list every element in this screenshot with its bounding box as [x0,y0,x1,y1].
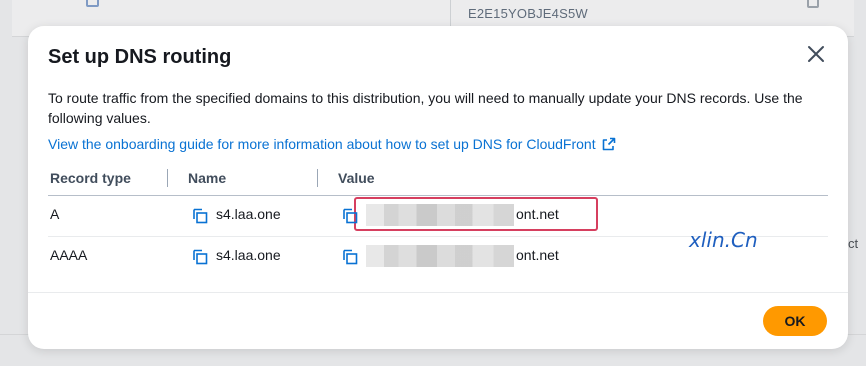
redacted-value [366,245,514,267]
background-partial-text: ct [848,236,859,251]
redacted-value [366,204,514,226]
distribution-id: E2E15YOBJE4S5W [468,6,588,21]
copy-icon[interactable] [192,249,208,265]
close-icon [808,46,824,62]
watermark-text: xlin.Cn [689,228,758,252]
ok-button[interactable]: OK [763,306,827,336]
value-cell: ont.net [516,206,559,222]
external-link-icon [86,0,99,7]
copy-icon[interactable] [342,249,358,265]
onboarding-guide-link[interactable]: View the onboarding guide for more infor… [48,136,616,152]
record-type-cell: AAAA [50,247,88,263]
name-cell: s4.laa.one [216,247,281,263]
guide-link-text[interactable]: View the onboarding guide for more infor… [48,136,596,152]
column-resizer[interactable] [317,169,318,187]
name-cell: s4.laa.one [216,206,281,222]
dns-routing-dialog: Set up DNS routing To route traffic from… [28,26,848,349]
dialog-description: To route traffic from the specified doma… [48,90,803,126]
dialog-title: Set up DNS routing [48,46,232,68]
footer-divider [28,292,848,293]
column-header-record-type: Record type [50,170,131,186]
column-header-value: Value [338,170,375,186]
copy-icon[interactable] [192,208,208,224]
record-type-cell: A [50,206,60,222]
close-button[interactable] [804,42,828,66]
column-resizer[interactable] [167,169,168,187]
external-link-icon [602,137,615,151]
column-header-name: Name [188,170,227,186]
value-cell: ont.net [516,247,559,263]
table-header: Record type Name Value [48,167,828,196]
copy-icon [807,0,819,8]
copy-icon[interactable] [342,208,358,224]
